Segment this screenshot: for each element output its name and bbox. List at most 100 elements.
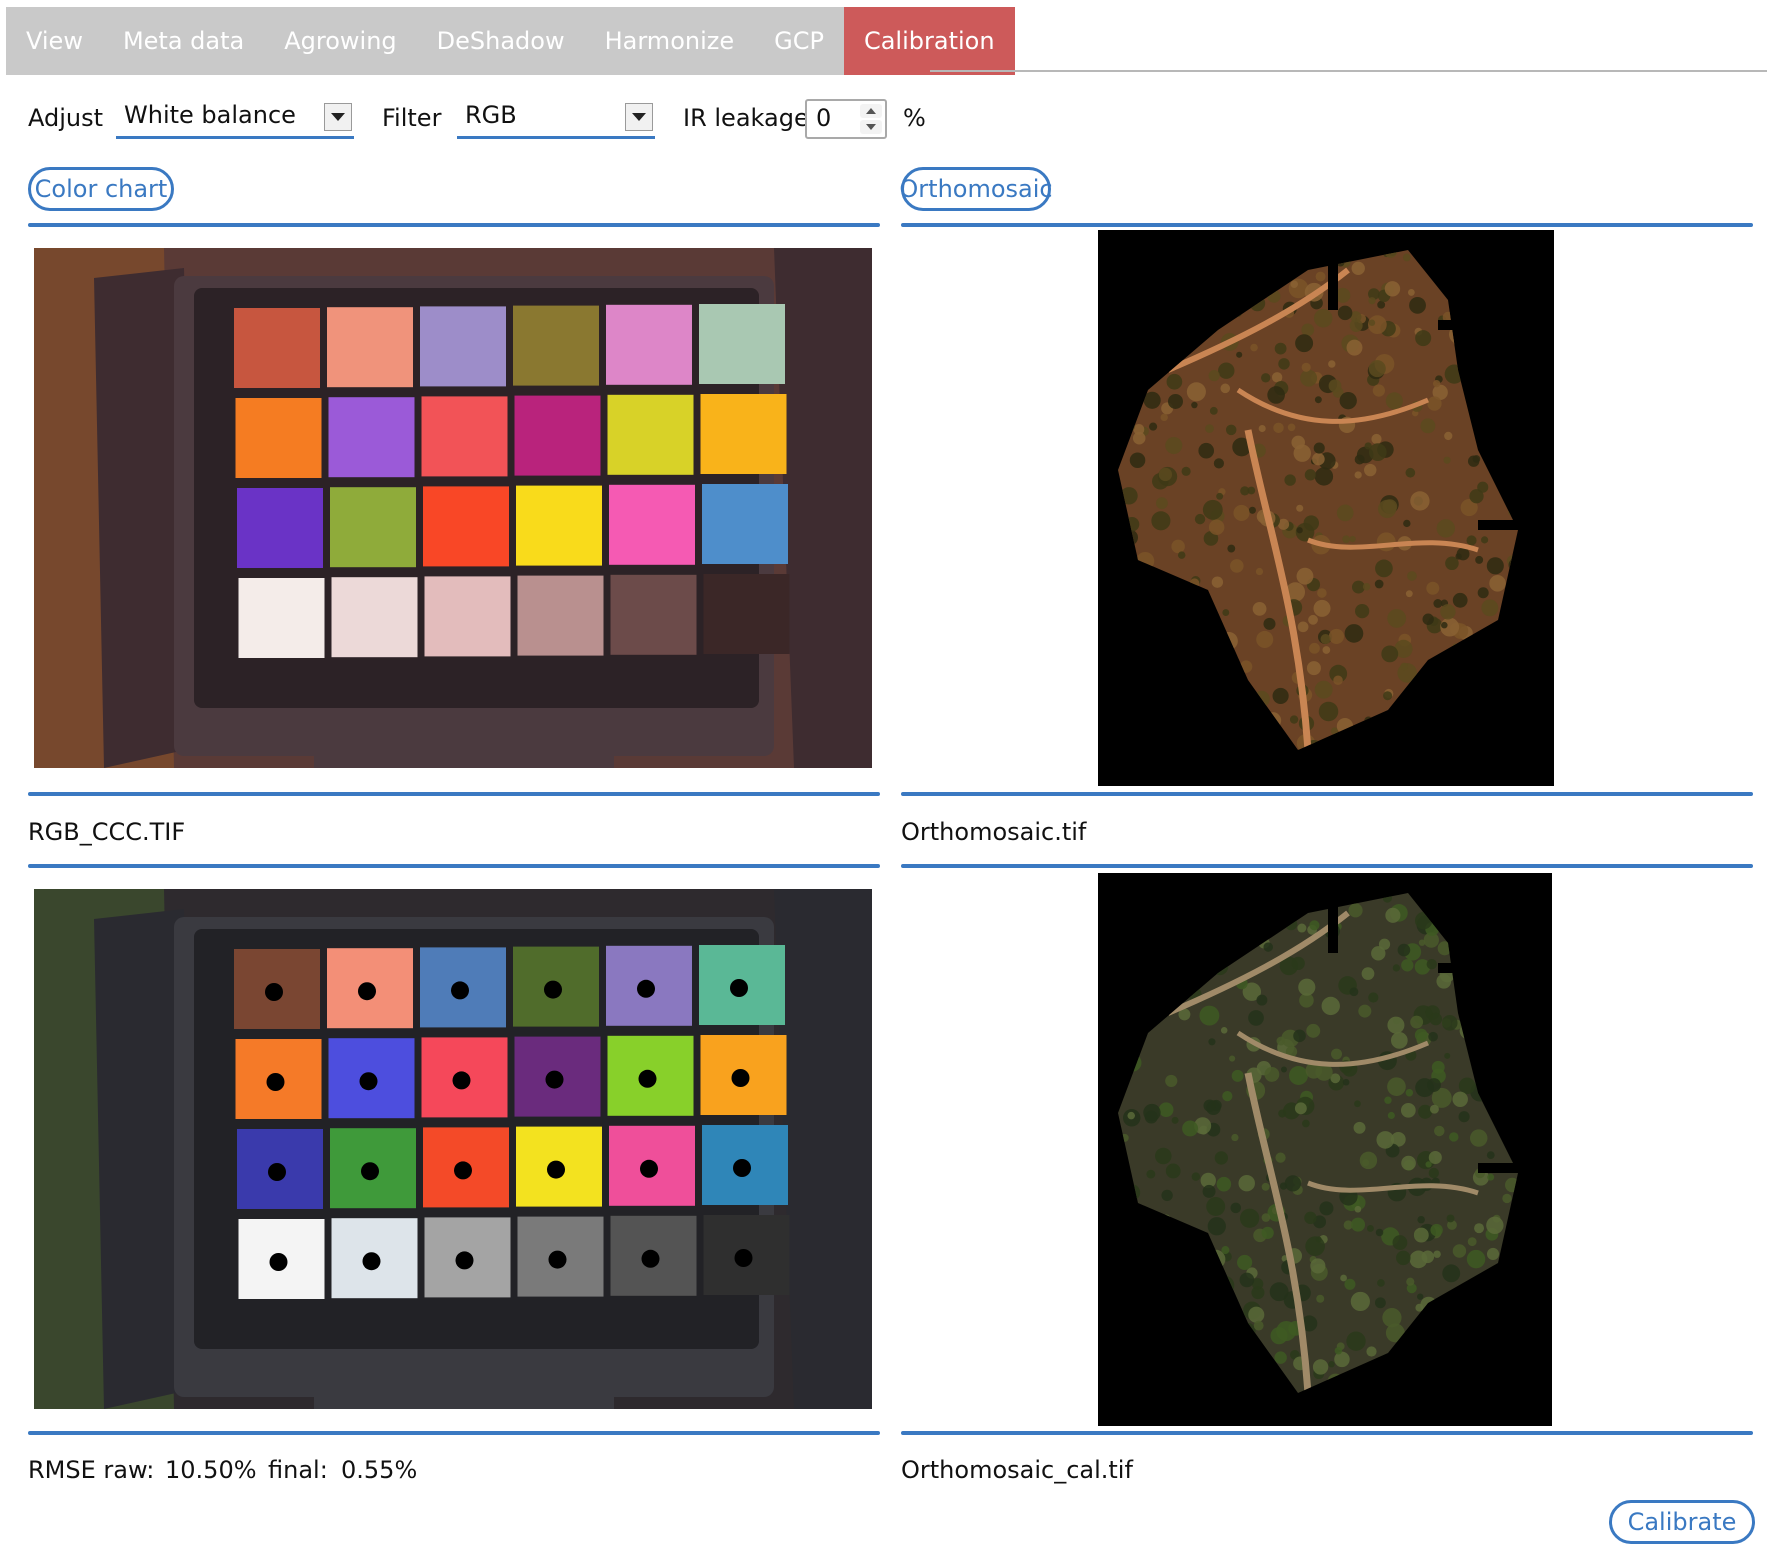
- tree-crown: [1298, 978, 1316, 996]
- sample-point: [362, 1252, 381, 1271]
- tree-crown: [1371, 946, 1386, 961]
- tab-harmonize[interactable]: Harmonize: [585, 7, 755, 75]
- tree-crown: [1421, 1250, 1435, 1264]
- sample-point: [641, 1249, 660, 1268]
- tree-crown: [1294, 1102, 1307, 1115]
- tree-crown: [1171, 1116, 1179, 1124]
- ir-leakage-spinbox[interactable]: 0: [805, 99, 887, 139]
- tree-crown: [1376, 1131, 1395, 1149]
- sample-point: [451, 981, 469, 1000]
- mosaic-gap: [1438, 963, 1468, 973]
- tree-crown: [1427, 396, 1442, 411]
- tree-crown: [1309, 920, 1320, 931]
- tab-bar: View Meta data Agrowing DeShadow Harmoni…: [6, 7, 1015, 75]
- tree-crown: [1216, 492, 1224, 500]
- divider: [901, 223, 1753, 227]
- tab-agrowing[interactable]: Agrowing: [264, 7, 416, 75]
- sample-point: [452, 1071, 471, 1090]
- tree-crown: [1293, 444, 1312, 462]
- tree-crown: [1487, 1173, 1495, 1181]
- tree-crown: [1452, 1091, 1468, 1108]
- color-patch: [517, 575, 604, 656]
- color-patch: [420, 306, 506, 387]
- orthomosaic-button[interactable]: Orthomosaic: [899, 167, 1053, 211]
- tree-crown: [1182, 1120, 1199, 1137]
- tree-crown: [1313, 599, 1331, 617]
- spin-up-icon[interactable]: [860, 104, 882, 118]
- tree-crown: [1486, 1151, 1495, 1160]
- color-patch: [699, 304, 785, 384]
- adjust-dropdown[interactable]: White balance: [116, 99, 354, 139]
- tree-crown: [1297, 923, 1307, 933]
- tree-crown: [1313, 442, 1325, 454]
- tree-crown: [1349, 535, 1356, 543]
- tree-crown: [1415, 330, 1432, 347]
- calibrate-button[interactable]: Calibrate: [1609, 1500, 1755, 1544]
- tree-crown: [1466, 535, 1477, 546]
- tree-crown: [1313, 308, 1333, 328]
- color-patch: [421, 396, 508, 477]
- tree-crown: [1207, 1217, 1226, 1236]
- tree-crown: [1375, 559, 1393, 578]
- tree-crown: [1239, 1208, 1260, 1228]
- tree-crown: [1151, 511, 1171, 531]
- sample-point: [730, 979, 748, 997]
- tree-crown: [1155, 497, 1168, 510]
- color-patch: [234, 308, 320, 388]
- rmse-raw-label: RMSE raw:: [28, 1456, 155, 1484]
- tree-crown: [1208, 519, 1225, 535]
- tree-crown: [1305, 1236, 1325, 1257]
- tree-crown: [1288, 1065, 1308, 1085]
- tree-crown: [1296, 504, 1304, 512]
- tree-crown: [1489, 575, 1506, 592]
- tab-deshadow[interactable]: DeShadow: [417, 7, 585, 75]
- rmse-final-value: 0.55%: [341, 1456, 418, 1484]
- tree-crown: [1165, 1074, 1178, 1088]
- tree-crown: [1486, 1216, 1504, 1235]
- spin-down-icon[interactable]: [860, 120, 882, 134]
- tree-crown: [1344, 624, 1364, 643]
- tree-crown: [1403, 519, 1411, 528]
- tree-crown: [1426, 581, 1440, 595]
- tree-crown: [1383, 691, 1393, 701]
- tree-crown: [1216, 1176, 1232, 1192]
- tree-crown: [1296, 567, 1314, 585]
- color-patch: [607, 394, 694, 475]
- tree-crown: [1208, 370, 1220, 382]
- tree-crown: [1261, 1182, 1270, 1191]
- tree-crown: [1263, 942, 1273, 952]
- tab-bar-divider: [930, 70, 1767, 72]
- chevron-down-icon[interactable]: [324, 103, 352, 131]
- tree-crown: [1346, 1331, 1366, 1351]
- color-chart-button[interactable]: Color chart: [28, 167, 174, 211]
- tree-crown: [1225, 424, 1237, 436]
- tree-crown: [1280, 1066, 1287, 1073]
- color-chart-filename: RGB_CCC.TIF: [28, 818, 186, 846]
- tree-crown: [1334, 1346, 1343, 1355]
- tree-crown: [1296, 527, 1303, 534]
- filter-dropdown[interactable]: RGB: [457, 99, 655, 139]
- tree-crown: [1474, 1223, 1485, 1234]
- orthomosaic-filename: Orthomosaic.tif: [901, 818, 1087, 846]
- tree-crown: [1167, 393, 1183, 409]
- tree-crown: [1158, 1102, 1174, 1118]
- tree-crown: [1208, 1038, 1216, 1046]
- tree-crown: [1211, 576, 1224, 588]
- tree-crown: [1270, 1327, 1288, 1345]
- tree-crown: [1429, 1012, 1443, 1026]
- tree-crown: [1146, 1169, 1156, 1179]
- ir-leakage-value: 0: [816, 104, 832, 132]
- tab-view[interactable]: View: [6, 7, 103, 75]
- tree-crown: [1314, 396, 1322, 404]
- tree-crown: [1400, 1102, 1416, 1118]
- tree-crown: [1443, 456, 1451, 464]
- tab-gcp[interactable]: GCP: [754, 7, 844, 75]
- tab-meta-data[interactable]: Meta data: [103, 7, 264, 75]
- tree-crown: [1291, 956, 1305, 971]
- tree-crown: [1333, 675, 1343, 686]
- chevron-down-icon[interactable]: [625, 103, 653, 131]
- tree-crown: [1256, 630, 1274, 648]
- tree-crown: [1351, 1217, 1366, 1232]
- tree-crown: [1475, 555, 1484, 564]
- tab-calibration[interactable]: Calibration: [843, 7, 1015, 75]
